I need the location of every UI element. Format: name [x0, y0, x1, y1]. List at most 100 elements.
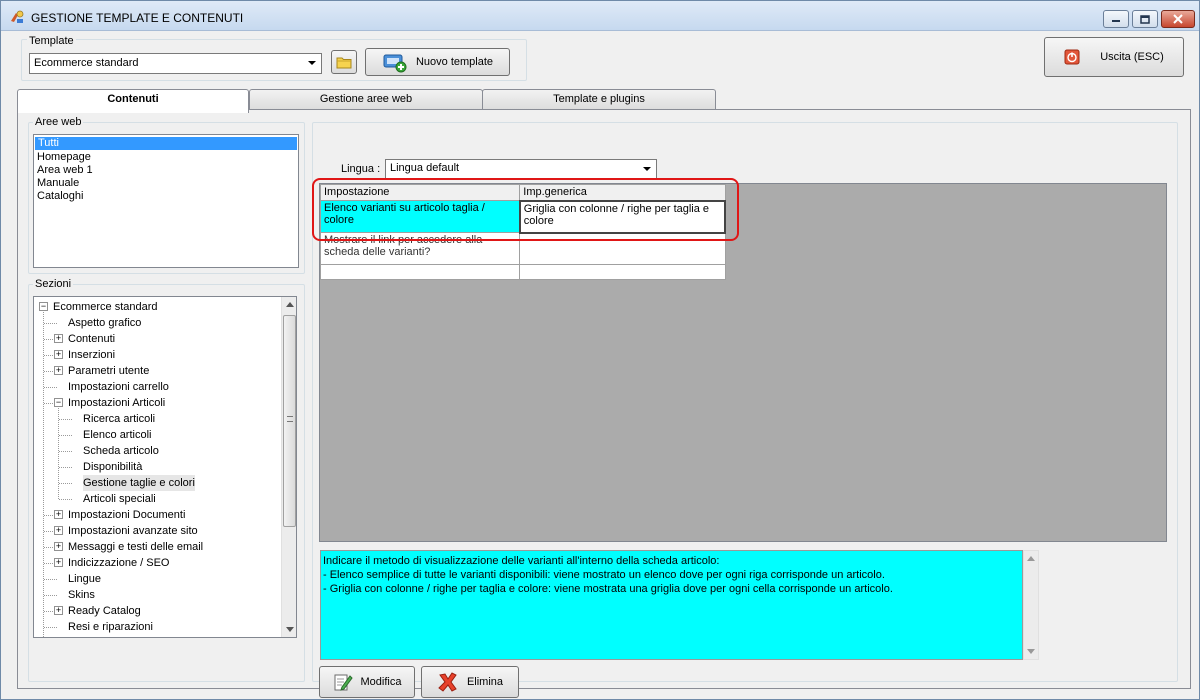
tree-item[interactable]: Gestione taglie e colori [34, 475, 280, 491]
table-row[interactable] [319, 264, 726, 280]
tree-item[interactable]: + Impostazioni Documenti [34, 507, 280, 523]
maximize-button[interactable] [1132, 10, 1158, 28]
tree-item[interactable]: + Contenuti [34, 331, 280, 347]
tree-item-label: Impostazioni Articoli [68, 397, 166, 409]
window-title: GESTIONE TEMPLATE E CONTENUTI [31, 11, 244, 25]
expand-plus-icon[interactable]: + [54, 542, 63, 551]
app-icon [11, 10, 24, 23]
tree-connector [44, 595, 57, 596]
new-template-button[interactable]: Nuovo template [365, 48, 510, 76]
collapse-minus-icon[interactable]: − [54, 398, 63, 407]
scroll-up-icon [1027, 556, 1035, 561]
tree-connector [59, 419, 72, 420]
aree-web-title: Aree web [33, 116, 84, 128]
tree-item-label: Ricerca articoli [83, 413, 156, 425]
description-memo[interactable]: Indicare il metodo di visualizzazione de… [320, 550, 1023, 660]
tree-item[interactable]: + Impostazioni avanzate sito [34, 523, 280, 539]
template-label: Template [27, 35, 76, 47]
tree-item[interactable]: + Inserzioni [34, 347, 280, 363]
tree-item-label: Contenuti [68, 333, 116, 345]
client-area: Template Ecommerce standard Nuovo templa… [7, 31, 1193, 698]
tree-item-label: Impostazioni carrello [68, 381, 169, 393]
maximize-icon [1140, 14, 1150, 24]
app-window: GESTIONE TEMPLATE E CONTENUTI Template E… [0, 0, 1200, 700]
highlight-annotation [312, 178, 739, 241]
delete-button[interactable]: Elimina [421, 666, 519, 698]
tree-connector [44, 387, 57, 388]
expand-plus-icon[interactable]: + [54, 366, 63, 375]
tree-connector [59, 467, 72, 468]
expand-plus-icon[interactable]: + [54, 558, 63, 567]
tree-item[interactable]: Articoli speciali [34, 491, 280, 507]
tree-item[interactable]: − Impostazioni Articoli [34, 395, 280, 411]
tree-item[interactable]: Disponibilità [34, 459, 280, 475]
exit-label: Uscita (ESC) [1100, 51, 1164, 63]
setting-cell[interactable] [319, 264, 521, 280]
tree-item[interactable]: + Parametri utente [34, 363, 280, 379]
lingua-select[interactable]: Lingua default [385, 159, 657, 179]
sezioni-scrollbar[interactable] [281, 297, 296, 637]
minimize-button[interactable] [1103, 10, 1129, 28]
tab-gestione-aree-web-label: Gestione aree web [319, 93, 413, 105]
list-item[interactable]: Tutti [35, 137, 297, 150]
tree-connector [59, 483, 72, 484]
tree-item[interactable]: − Ecommerce standard [34, 299, 280, 315]
chevron-down-icon [643, 167, 651, 171]
scroll-down-icon [1027, 649, 1035, 654]
edit-button[interactable]: Modifica [319, 666, 415, 698]
close-icon [1173, 14, 1183, 24]
tree-item[interactable]: Impostazioni carrello [34, 379, 280, 395]
tree-item[interactable]: Resi e riparazioni [34, 619, 280, 635]
list-item[interactable]: Area web 1 [34, 164, 298, 177]
delete-icon [438, 672, 457, 692]
aree-web-list[interactable]: Tutti Homepage Area web 1 Manuale Catalo… [33, 134, 299, 268]
tree-item[interactable]: Elenco articoli [34, 427, 280, 443]
value-cell[interactable] [519, 264, 726, 280]
tree-item[interactable]: + Messaggi e testi delle email [34, 539, 280, 555]
expand-plus-icon[interactable]: + [54, 606, 63, 615]
tree-item-label: Scheda articolo [83, 445, 159, 457]
add-template-icon [383, 54, 407, 73]
tree-item-label: Aspetto grafico [68, 317, 142, 329]
tree-item[interactable]: Aspetto grafico [34, 315, 280, 331]
chevron-down-icon [308, 61, 316, 65]
tree-item[interactable]: Skins [34, 587, 280, 603]
close-button[interactable] [1161, 10, 1195, 28]
scroll-thumb[interactable] [283, 315, 296, 527]
tree-item[interactable]: + Indicizzazione / SEO [34, 555, 280, 571]
tab-panel-contenuti: Aree web Tutti Homepage Area web 1 Manua… [17, 109, 1191, 698]
collapse-minus-icon[interactable]: − [39, 302, 48, 311]
description-scrollbar[interactable] [1023, 550, 1039, 660]
tree-item[interactable]: Ricerca articoli [34, 411, 280, 427]
list-item[interactable]: Homepage [34, 151, 298, 164]
exit-button[interactable]: Uscita (ESC) [1044, 37, 1184, 77]
list-item[interactable]: Cataloghi [34, 190, 298, 203]
expand-plus-icon[interactable]: + [54, 350, 63, 359]
tree-item-label: Inserzioni [68, 349, 116, 361]
tree-item-label: Disponibilità [83, 461, 143, 473]
sezioni-title: Sezioni [33, 278, 74, 290]
tab-template-plugins-label: Template e plugins [553, 93, 645, 105]
tab-template-plugins[interactable]: Template e plugins [482, 89, 716, 110]
list-item[interactable]: Manuale [34, 177, 298, 190]
tree-item-label: Elenco articoli [83, 429, 152, 441]
tree-item[interactable]: + Ready Catalog [34, 603, 280, 619]
template-select[interactable]: Ecommerce standard [29, 53, 322, 74]
sezioni-tree[interactable]: − Ecommerce standard Aspetto grafico + Conte… [33, 296, 297, 638]
expand-plus-icon[interactable]: + [54, 334, 63, 343]
expand-plus-icon[interactable]: + [54, 526, 63, 535]
tree-item[interactable]: Scheda articolo [34, 443, 280, 459]
tree-connector [59, 451, 72, 452]
lingua-label: Lingua : [341, 163, 381, 175]
open-folder-button[interactable] [331, 50, 357, 74]
power-icon [1064, 49, 1080, 65]
tree-connector [44, 323, 57, 324]
tree-item-label: Ecommerce standard [53, 301, 158, 313]
tree-connector [44, 579, 57, 580]
scroll-down-icon [286, 627, 294, 632]
expand-plus-icon[interactable]: + [54, 510, 63, 519]
tab-contenuti[interactable]: Contenuti [17, 89, 249, 113]
tree-item[interactable]: Lingue [34, 571, 280, 587]
tab-gestione-aree-web[interactable]: Gestione aree web [249, 89, 483, 110]
new-template-label: Nuovo template [415, 56, 494, 68]
